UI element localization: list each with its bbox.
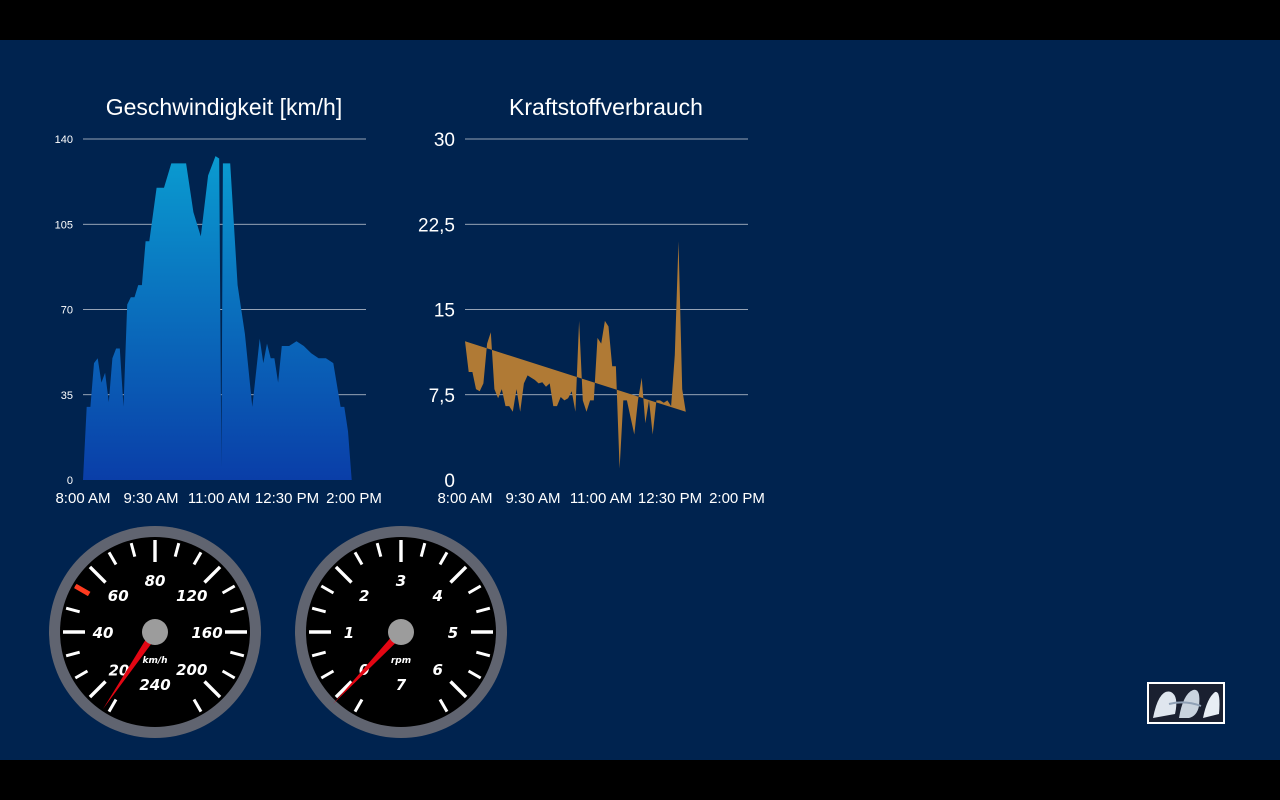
speed-y-tick-label: 70 xyxy=(61,305,73,317)
fuel-x-tick-label: 8:00 AM xyxy=(437,490,492,507)
tachometer-gauge: 01234567rpm xyxy=(295,526,507,738)
tachometer-dial-label: 3 xyxy=(396,572,406,590)
speedometer-dial-label: 240 xyxy=(139,676,170,694)
fuel-x-tick-label: 9:30 AM xyxy=(505,490,560,507)
speedometer-gauge: 20406080120160200240km/h xyxy=(49,526,261,738)
fuel-chart-y-axis: 0 7,5 15 22,5 30 xyxy=(418,130,455,492)
speedometer-dial-label: 120 xyxy=(176,587,207,605)
fuel-chart: Kraftstoffverbrauch 0 7,5 15 22,5 30 8:00 AM… xyxy=(418,94,765,507)
tachometer-dial-label: 6 xyxy=(433,661,443,679)
speed-chart-x-axis: 8:00 AM 9:30 AM 11:00 AM 12:30 PM 2:00 PM xyxy=(55,490,381,507)
fuel-chart-x-axis: 8:00 AM 9:30 AM 11:00 AM 12:30 PM 2:00 PM xyxy=(437,490,764,507)
fuel-y-tick-label: 7,5 xyxy=(429,386,455,407)
fuel-area-series xyxy=(465,241,686,469)
fuel-x-tick-label: 2:00 PM xyxy=(709,490,765,507)
speed-y-tick-label: 105 xyxy=(55,219,73,231)
speed-chart-title: Geschwindigkeit [km/h] xyxy=(106,94,342,120)
tachometer-hub xyxy=(388,619,414,645)
speedometer-dial-label: 160 xyxy=(191,624,222,642)
speedometer-dial-label: 40 xyxy=(92,624,114,642)
tachometer-dial-label: 2 xyxy=(359,587,369,605)
speed-chart-y-axis: 0 35 70 105 140 xyxy=(55,134,73,487)
speed-y-tick-label: 140 xyxy=(55,134,73,146)
fuel-x-tick-label: 12:30 PM xyxy=(638,490,702,507)
speed-y-tick-label: 0 xyxy=(67,475,73,487)
speedometer-hub xyxy=(142,619,168,645)
speedometer-dial-label: 200 xyxy=(176,661,207,679)
brand-logo xyxy=(1147,682,1225,724)
tachometer-dial-label: 1 xyxy=(344,624,354,642)
tachometer-unit-label: rpm xyxy=(391,656,411,666)
fuel-x-tick-label: 11:00 AM xyxy=(570,490,632,507)
tachometer-dial-label: 4 xyxy=(432,587,443,605)
fuel-y-tick-label: 30 xyxy=(434,130,455,151)
speedometer-unit-label: km/h xyxy=(142,656,167,666)
tachometer-dial-label: 5 xyxy=(448,624,458,642)
speed-x-tick-label: 12:30 PM xyxy=(255,490,319,507)
speed-y-tick-label: 35 xyxy=(61,390,73,402)
fuel-y-tick-label: 15 xyxy=(434,301,455,322)
speed-chart: Geschwindigkeit [km/h] 0 35 70 105 140 8:00 … xyxy=(55,94,382,507)
tachometer-dial-label: 7 xyxy=(396,676,407,694)
dashboard-canvas: Geschwindigkeit [km/h] 03570105140 8:00 … xyxy=(49,94,765,738)
speed-x-tick-label: 11:00 AM xyxy=(188,490,250,507)
speedometer-dial-label: 60 xyxy=(108,587,129,605)
speedometer-dial-label: 80 xyxy=(145,572,166,590)
speed-area-series xyxy=(83,156,352,480)
speed-x-tick-label: 9:30 AM xyxy=(123,490,178,507)
logo-image xyxy=(1149,684,1223,722)
speed-x-tick-label: 2:00 PM xyxy=(326,490,382,507)
speed-x-tick-label: 8:00 AM xyxy=(55,490,110,507)
fuel-y-tick-label: 22,5 xyxy=(418,215,455,236)
fuel-chart-title: Kraftstoffverbrauch xyxy=(509,94,703,120)
fuel-y-tick-label: 0 xyxy=(444,471,455,492)
